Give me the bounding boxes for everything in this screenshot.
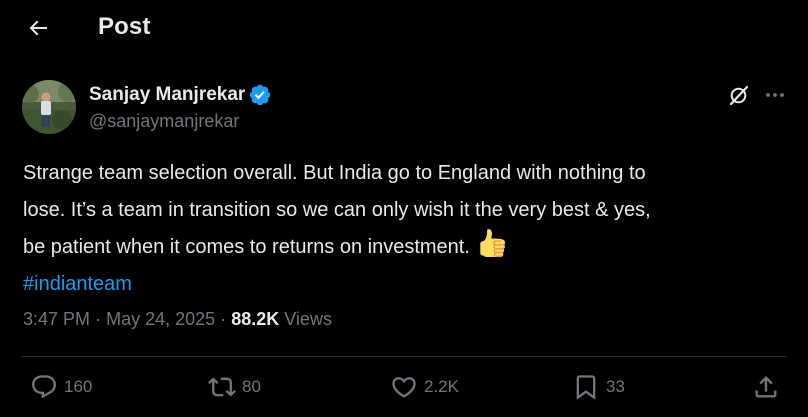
verified-badge-icon — [248, 83, 272, 107]
more-horizontal-icon — [766, 93, 784, 97]
reply-icon — [32, 375, 56, 399]
thumbs-up-icon — [478, 229, 506, 257]
divider — [22, 356, 786, 357]
page-title: Post — [98, 13, 151, 40]
tweet-line: lose. It’s a team in transition so we ca… — [23, 199, 651, 221]
share-button[interactable] — [752, 373, 780, 401]
more-options-button[interactable] — [760, 82, 790, 108]
share-icon — [755, 376, 777, 398]
timestamp-link[interactable]: 3:47 PM · May 24, 2025 — [23, 309, 215, 329]
tweet-line: Strange team selection overall. But Indi… — [23, 162, 646, 184]
repost-button[interactable]: 80 — [208, 373, 261, 401]
author-handle[interactable]: @sanjaymanjrekar — [89, 111, 239, 132]
views-link[interactable]: 88.2K Views — [231, 309, 332, 329]
meta-separator: · — [220, 309, 227, 329]
author-name-text: Sanjay Manjrekar — [89, 84, 246, 105]
author-name[interactable]: Sanjay Manjrekar — [89, 83, 272, 107]
bookmark-icon — [576, 375, 596, 400]
repost-count: 80 — [242, 377, 261, 396]
avatar[interactable] — [22, 80, 76, 134]
reply-button[interactable]: 160 — [30, 373, 92, 401]
arrow-left-icon — [29, 20, 47, 36]
like-button[interactable]: 2.2K — [390, 373, 459, 401]
top-bar: Post — [0, 0, 808, 56]
hashtag-link[interactable]: #indianteam — [23, 273, 132, 295]
tweet-time: 3:47 PM — [23, 309, 91, 329]
tweet-line: be patient when it comes to returns on i… — [23, 236, 470, 258]
reply-count: 160 — [64, 377, 93, 396]
repost-icon — [208, 377, 236, 397]
views-label: Views — [284, 309, 332, 329]
bookmark-button[interactable]: 33 — [572, 373, 625, 401]
back-button[interactable] — [22, 12, 54, 44]
tweet-date: May 24, 2025 — [106, 309, 216, 329]
meta-separator: · — [95, 309, 102, 329]
tweet-meta: 3:47 PM · May 24, 2025 · 88.2K Views — [23, 309, 332, 330]
tweet-line-with-emoji: be patient when it comes to returns on i… — [23, 229, 788, 266]
like-count: 2.2K — [424, 377, 459, 396]
avatar-photo — [22, 80, 76, 134]
heart-icon — [392, 377, 416, 398]
views-count: 88.2K — [231, 309, 280, 329]
tweet-text: Strange team selection overall. But Indi… — [23, 155, 788, 303]
grok-button[interactable] — [726, 82, 752, 108]
grok-icon — [729, 85, 749, 106]
bookmark-count: 33 — [606, 377, 625, 396]
